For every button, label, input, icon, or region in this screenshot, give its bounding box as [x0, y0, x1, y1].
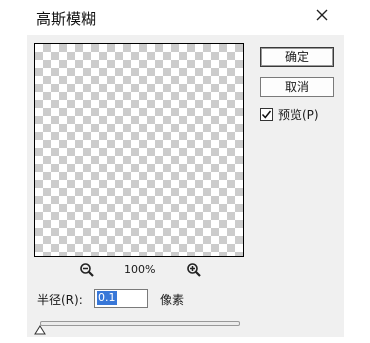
radius-label: 半径(R):	[37, 293, 83, 307]
close-icon[interactable]	[311, 4, 333, 26]
preview-checkbox-row[interactable]: 预览(P)	[260, 106, 319, 123]
cancel-button[interactable]: 取消	[260, 77, 334, 97]
preview-label: 预览(P)	[278, 108, 319, 122]
checkmark-icon	[261, 110, 272, 119]
radius-value[interactable]: 0.1	[97, 291, 117, 305]
radius-slider-thumb[interactable]	[34, 324, 46, 335]
radius-slider-track[interactable]	[40, 321, 240, 326]
dialog-titlebar: 高斯模糊	[0, 0, 370, 32]
zoom-level: 100%	[124, 263, 156, 276]
unit-label: 像素	[160, 293, 185, 307]
preview-canvas[interactable]	[34, 43, 244, 257]
zoom-out-icon[interactable]	[79, 262, 95, 278]
preview-checkbox[interactable]	[260, 108, 273, 121]
radius-input[interactable]: 0.1	[94, 289, 148, 308]
dialog-title: 高斯模糊	[36, 10, 97, 28]
ok-button[interactable]: 确定	[260, 47, 334, 67]
zoom-in-icon[interactable]	[186, 262, 202, 278]
